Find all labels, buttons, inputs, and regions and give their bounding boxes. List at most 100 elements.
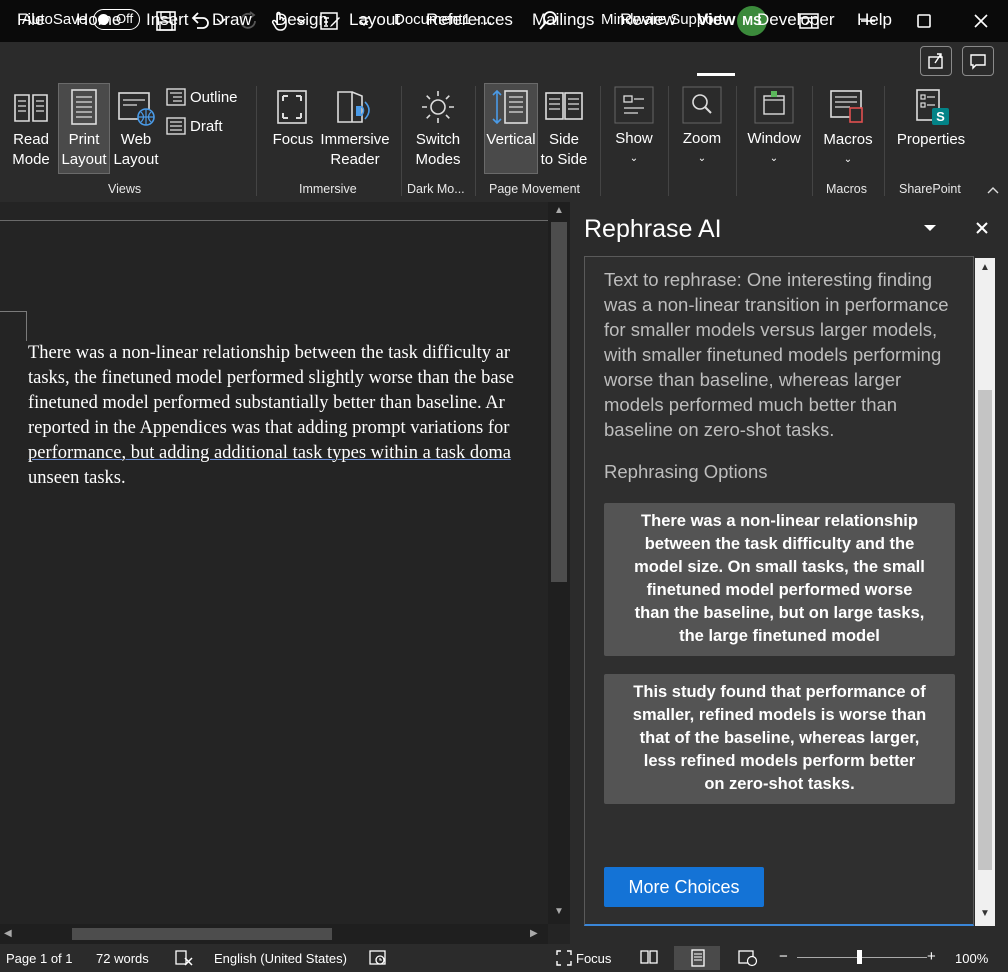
- tab-mailings[interactable]: Mailings: [532, 10, 594, 30]
- accessibility-icon[interactable]: [368, 949, 388, 967]
- underline-mask: [165, 463, 550, 466]
- window-label: Window: [747, 130, 801, 147]
- immersive-reader-label-1: Immersive: [320, 131, 390, 148]
- option-line: This study found that performance of: [633, 683, 926, 701]
- group-separator: [475, 86, 476, 196]
- print-layout-button[interactable]: Print Layout: [58, 130, 110, 170]
- focus-label[interactable]: Focus: [576, 951, 611, 966]
- tab-insert[interactable]: Insert: [146, 10, 189, 30]
- pane-scroll-thumb[interactable]: [978, 390, 992, 870]
- tab-draw[interactable]: Draw: [212, 10, 252, 30]
- document-canvas[interactable]: [0, 202, 570, 944]
- print-layout-label-1: Print: [68, 131, 100, 148]
- tab-review[interactable]: Review: [620, 10, 676, 30]
- document-line[interactable]: performance, but adding additional task …: [28, 443, 511, 464]
- text-to-rephrase-line: Text to rephrase: One interesting findin…: [604, 269, 933, 290]
- maximize-icon[interactable]: [911, 8, 937, 34]
- tab-home[interactable]: Home: [76, 10, 121, 30]
- web-layout-view-icon[interactable]: [738, 949, 758, 967]
- page-count[interactable]: Page 1 of 1: [6, 951, 73, 966]
- read-mode-view-icon[interactable]: [640, 949, 658, 965]
- immersive-reader-icon: [337, 91, 370, 123]
- document-line[interactable]: tasks, the finetuned model performed sli…: [28, 368, 514, 389]
- draft-button[interactable]: Draft: [190, 117, 223, 137]
- zoom-out-button[interactable]: −: [779, 948, 788, 965]
- text-to-rephrase-line: models performed much better than: [604, 394, 898, 415]
- switch-modes-label-2: Modes: [415, 151, 461, 168]
- option-line: smaller, refined models is worse than: [632, 706, 927, 724]
- side-to-side-button[interactable]: Side to Side: [538, 130, 590, 170]
- show-button[interactable]: Show ⌄: [608, 129, 660, 169]
- language[interactable]: English (United States): [214, 951, 347, 966]
- zoom-slider-thumb[interactable]: [857, 950, 862, 964]
- chevron-down-icon: ⌄: [843, 154, 853, 165]
- close-icon[interactable]: [968, 8, 994, 34]
- web-layout-button[interactable]: Web Layout: [112, 130, 160, 170]
- pane-options-icon[interactable]: [922, 222, 938, 234]
- zoom-icon: [682, 86, 722, 124]
- rephrase-option-2[interactable]: This study found that performance of sma…: [604, 674, 955, 804]
- document-line[interactable]: reported in the Appendices was that addi…: [28, 418, 509, 439]
- tab-references[interactable]: References: [426, 10, 513, 30]
- group-dark-mode: Dark Mo...: [407, 182, 465, 196]
- tab-design[interactable]: Design: [275, 10, 328, 30]
- web-layout-label-1: Web: [120, 131, 152, 148]
- share-icon: [928, 53, 943, 69]
- zoom-level[interactable]: 100%: [955, 951, 988, 966]
- print-layout-view-icon: [691, 949, 705, 967]
- vertical-button[interactable]: Vertical: [484, 130, 538, 150]
- comment-icon: [970, 54, 986, 70]
- properties-button[interactable]: Properties: [894, 130, 968, 150]
- document-scroll-thumb[interactable]: [551, 222, 567, 582]
- show-icon: [614, 86, 654, 124]
- scroll-down-icon[interactable]: ▼: [980, 908, 990, 919]
- document-line[interactable]: finetuned model performed substantially …: [28, 393, 505, 414]
- outline-button[interactable]: Outline: [190, 88, 238, 108]
- zoom-button[interactable]: Zoom ⌄: [676, 129, 728, 169]
- tab-view[interactable]: View: [697, 10, 735, 30]
- outline-icon: [166, 88, 186, 106]
- word-count[interactable]: 72 words: [96, 951, 149, 966]
- option-line: There was a non-linear relationship: [641, 512, 918, 530]
- option-text: There was a non-linear relationship betw…: [604, 510, 955, 648]
- scroll-up-icon[interactable]: ▲: [980, 262, 990, 273]
- switch-modes-button[interactable]: Switch Modes: [408, 130, 468, 170]
- group-separator: [256, 86, 257, 196]
- tab-developer[interactable]: Developer: [757, 10, 835, 30]
- zoom-slider[interactable]: [797, 957, 927, 958]
- scroll-down-icon[interactable]: ▼: [554, 906, 564, 917]
- rephrase-option-1[interactable]: There was a non-linear relationship betw…: [604, 503, 955, 656]
- tab-layout[interactable]: Layout: [349, 10, 400, 30]
- macros-button[interactable]: Macros ⌄: [820, 130, 876, 170]
- pane-close-icon[interactable]: [974, 220, 990, 236]
- group-separator: [736, 86, 737, 196]
- undo-icon[interactable]: [188, 9, 212, 33]
- window-button[interactable]: Window ⌄: [744, 129, 804, 169]
- scroll-right-icon[interactable]: ▶: [530, 928, 538, 939]
- immersive-reader-button[interactable]: Immersive Reader: [318, 130, 392, 170]
- group-separator: [884, 86, 885, 196]
- tab-file[interactable]: File: [17, 10, 44, 30]
- scroll-left-icon[interactable]: ◀: [4, 928, 12, 939]
- page-edge: [0, 220, 548, 221]
- horizontal-scroll-thumb[interactable]: [72, 928, 332, 940]
- group-separator: [812, 86, 813, 196]
- more-choices-button[interactable]: More Choices: [604, 867, 764, 907]
- pane-title: Rephrase AI: [584, 215, 722, 243]
- scroll-up-icon[interactable]: ▲: [554, 205, 564, 216]
- focus-mode-icon[interactable]: [555, 949, 573, 967]
- document-line[interactable]: unseen tasks.: [28, 468, 126, 489]
- read-mode-label-1: Read: [13, 131, 49, 148]
- option-line: that of the baseline, whereas larger,: [639, 729, 920, 747]
- comments-button[interactable]: [962, 46, 994, 76]
- tab-help[interactable]: Help: [857, 10, 892, 30]
- text-to-rephrase-line: for smaller models versus larger models,: [604, 319, 938, 340]
- ribbon-tabs: [0, 42, 1008, 80]
- focus-button[interactable]: Focus: [267, 130, 319, 150]
- zoom-in-button[interactable]: +: [927, 948, 936, 965]
- collapse-ribbon-icon[interactable]: [985, 183, 1001, 197]
- share-button[interactable]: [920, 46, 952, 76]
- proofing-icon[interactable]: [174, 949, 194, 967]
- document-line[interactable]: There was a non-linear relationship betw…: [28, 343, 510, 364]
- read-mode-button[interactable]: Read Mode: [6, 130, 56, 170]
